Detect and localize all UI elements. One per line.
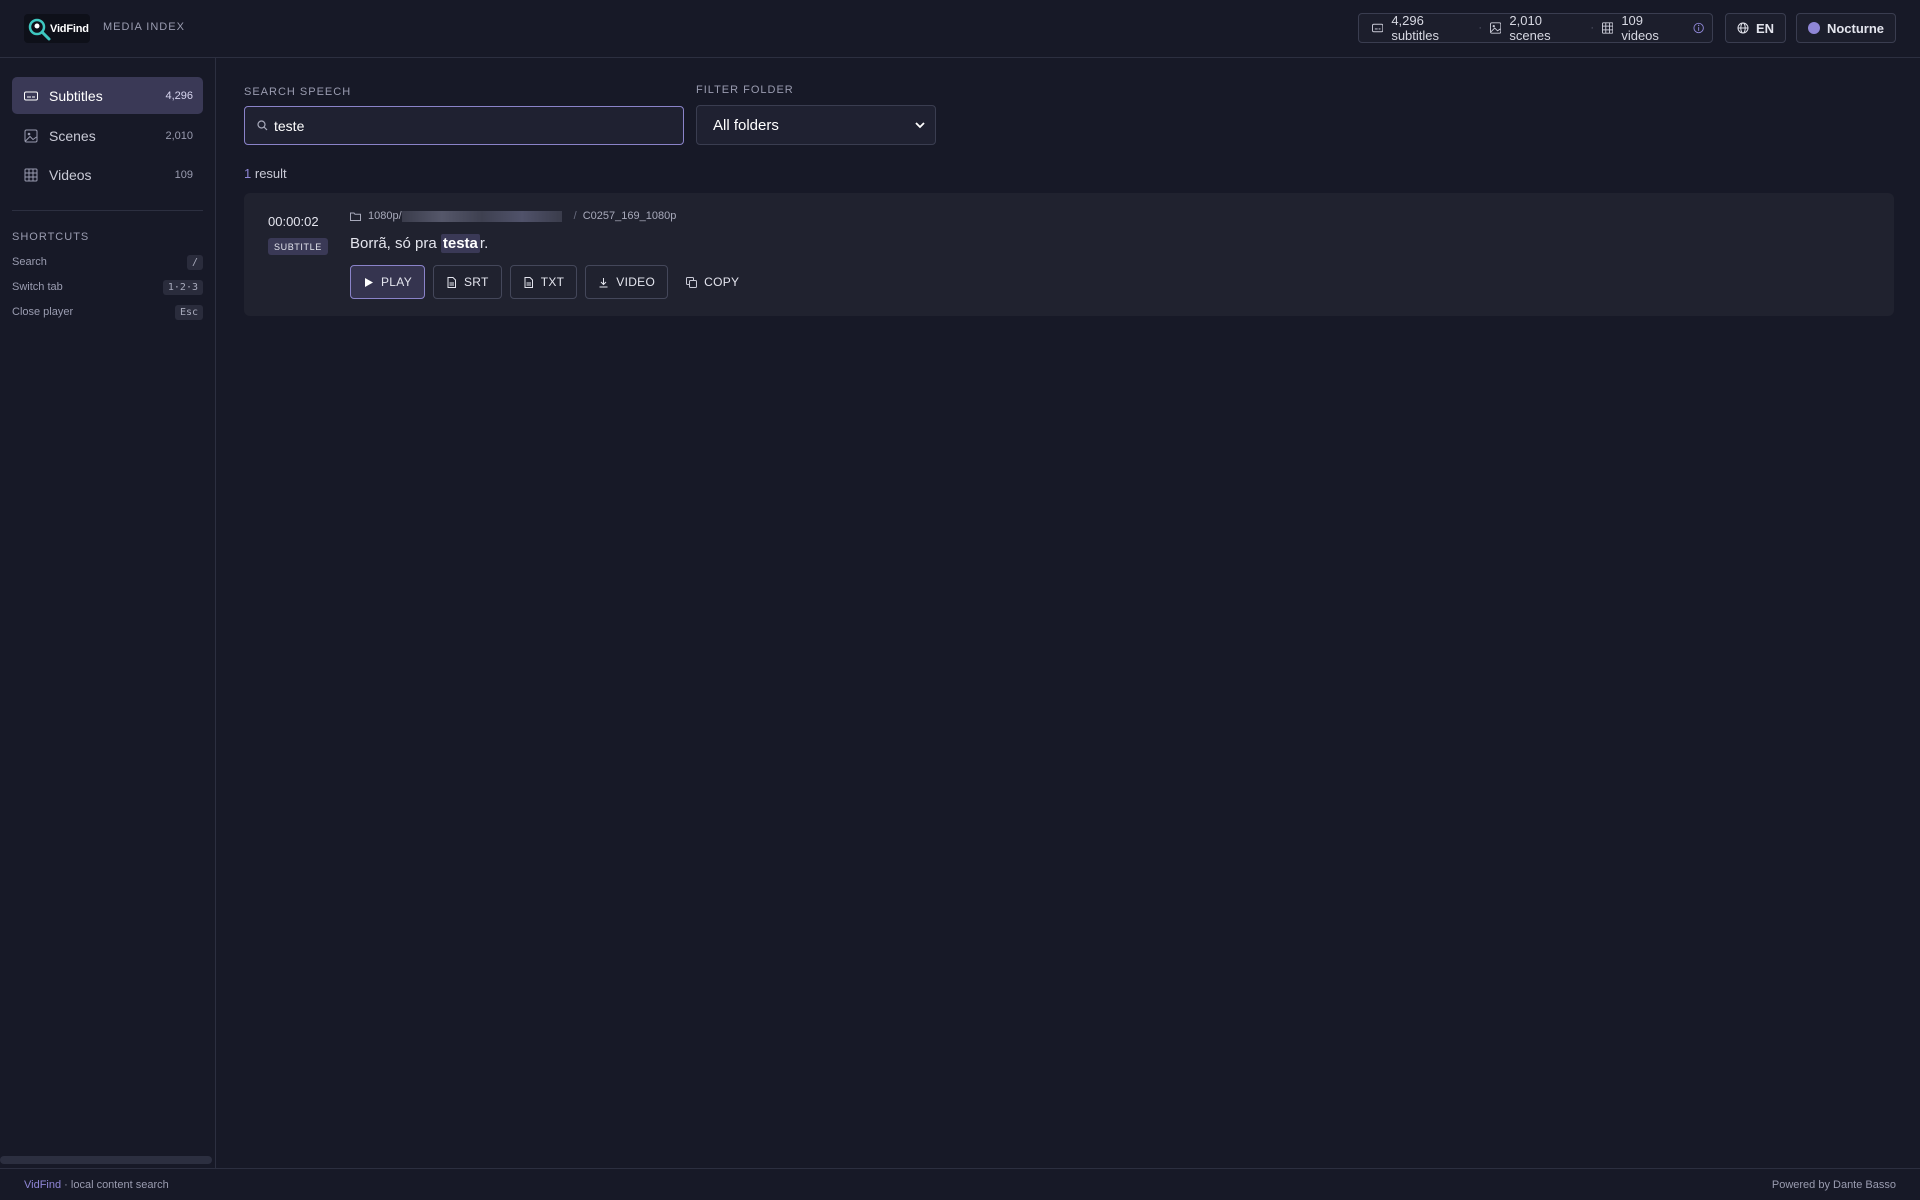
index-stats: 4,296 subtitles · 2,010 scenes · 109 vid… — [1358, 13, 1713, 43]
language-label: EN — [1755, 20, 1775, 36]
shortcut-label: Search — [12, 256, 47, 268]
copy-icon — [686, 276, 698, 288]
sidebar-item-count: 4,296 — [165, 89, 193, 102]
grid-icon — [24, 168, 38, 181]
footer-credit: Powered by Dante Basso — [1771, 1178, 1896, 1191]
footer-tagline: · local content search — [61, 1178, 169, 1191]
result-text-after: r. — [479, 235, 489, 252]
app-logo[interactable]: VidFind — [24, 14, 90, 43]
shortcut-key: 1·2·3 — [162, 279, 203, 295]
copy-label: COPY — [704, 275, 740, 289]
folder-select-value: All folders — [713, 116, 779, 134]
copy-button[interactable]: COPY — [676, 265, 749, 299]
result-path: 1080p/ / C0257_169_1080p — [350, 210, 676, 222]
sidebar-divider — [12, 210, 203, 211]
sidebar-item-count: 109 — [174, 168, 193, 181]
file-icon — [447, 276, 456, 288]
result-card: 00:00:02 SUBTITLE 1080p/ / C0257_169_108… — [244, 193, 1894, 316]
search-label: SEARCH SPEECH — [244, 86, 352, 98]
stat-videos: 109 videos — [1621, 13, 1659, 43]
app-footer: VidFind · local content search Powered b… — [0, 1168, 1920, 1200]
globe-icon — [1737, 22, 1749, 34]
search-input[interactable] — [274, 117, 664, 134]
file-icon — [524, 276, 533, 288]
redacted-path — [401, 210, 562, 222]
download-icon — [599, 277, 608, 287]
result-count-number: 1 — [244, 166, 252, 181]
stat-separator: · — [1478, 22, 1483, 34]
play-icon — [365, 277, 373, 287]
path-prefix: 1080p/ — [368, 210, 402, 222]
language-button[interactable]: EN — [1725, 13, 1786, 43]
txt-label: TXT — [540, 275, 565, 289]
search-field[interactable] — [244, 106, 684, 145]
footer-brand[interactable]: VidFind — [24, 1179, 61, 1191]
footer-left: VidFind · local content search — [24, 1179, 169, 1191]
path-separator: / — [573, 210, 577, 222]
shortcut-key: Esc — [174, 304, 203, 320]
shortcut-row: Close player Esc — [12, 303, 203, 321]
sidebar-item-label: Subtitles — [49, 87, 103, 104]
sidebar-scrollbar[interactable] — [0, 1156, 212, 1164]
shortcut-label: Switch tab — [12, 281, 63, 293]
theme-swatch-icon — [1807, 22, 1820, 34]
grid-icon — [1602, 22, 1614, 34]
result-text: Borrã, só pra testa r. — [350, 234, 489, 253]
filter-label: FILTER FOLDER — [696, 84, 794, 96]
video-download-button[interactable]: VIDEO — [585, 265, 669, 299]
theme-button[interactable]: Nocturne — [1796, 13, 1896, 43]
result-count: 1 result — [244, 166, 287, 181]
sidebar-item-scenes[interactable]: Scenes 2,010 — [12, 117, 203, 154]
search-icon — [257, 120, 268, 131]
image-icon — [1490, 22, 1502, 34]
shortcut-key: / — [186, 254, 203, 270]
path-file: C0257_169_1080p — [582, 210, 677, 222]
section-label: MEDIA INDEX — [103, 21, 185, 33]
folder-icon — [350, 212, 361, 221]
srt-label: SRT — [464, 275, 489, 289]
play-label: PLAY — [381, 275, 412, 289]
result-timecode[interactable]: 00:00:02 — [268, 214, 319, 229]
app-header: VidFind MEDIA INDEX 4,296 subtitles · 2,… — [0, 0, 1920, 58]
image-icon — [24, 129, 38, 142]
result-text-highlight: testa — [440, 234, 480, 253]
sidebar-item-videos[interactable]: Videos 109 — [12, 156, 203, 193]
sidebar-item-subtitles[interactable]: Subtitles 4,296 — [12, 77, 203, 114]
shortcut-row: Search / — [12, 253, 203, 271]
stat-separator: · — [1590, 22, 1595, 34]
sidebar-item-label: Scenes — [49, 127, 96, 144]
shortcut-row: Switch tab 1·2·3 — [12, 278, 203, 296]
sidebar-item-label: Videos — [49, 166, 92, 183]
play-button[interactable]: PLAY — [350, 265, 425, 299]
result-text-before: Borrã, só pra — [350, 235, 441, 252]
shortcuts-title: SHORTCUTS — [12, 231, 90, 243]
result-type-badge: SUBTITLE — [268, 238, 328, 255]
shortcut-label: Close player — [12, 306, 74, 318]
magnifier-logo-icon — [28, 18, 51, 40]
info-icon[interactable] — [1693, 22, 1704, 34]
txt-button[interactable]: TXT — [509, 265, 578, 299]
subtitles-icon — [1372, 23, 1384, 33]
sidebar-item-count: 2,010 — [165, 129, 193, 142]
sidebar: Subtitles 4,296 Scenes 2,010 Videos 109 … — [0, 58, 216, 1168]
subtitles-icon — [24, 91, 38, 100]
logo-text: VidFind — [50, 22, 89, 35]
video-label: VIDEO — [616, 275, 656, 289]
srt-button[interactable]: SRT — [433, 265, 502, 299]
stat-scenes: 2,010 scenes — [1509, 13, 1551, 43]
theme-label: Nocturne — [1826, 20, 1885, 36]
folder-select[interactable]: All folders — [696, 105, 936, 145]
stat-subtitles: 4,296 subtitles — [1391, 13, 1440, 43]
result-count-suffix: result — [254, 166, 287, 181]
result-actions: PLAY SRT TXT VIDEO COPY — [350, 265, 757, 299]
chevron-down-icon — [915, 121, 925, 128]
